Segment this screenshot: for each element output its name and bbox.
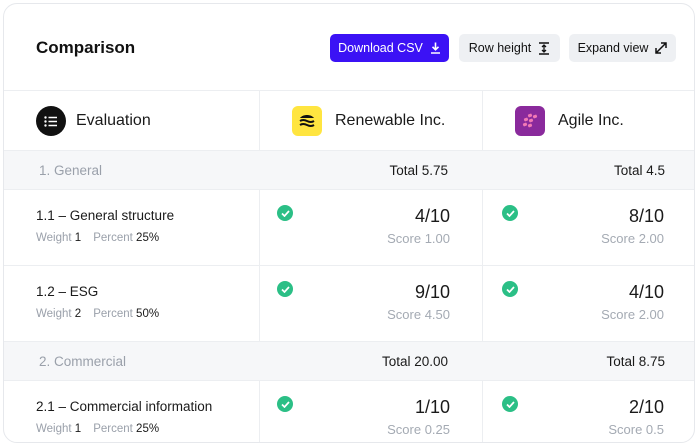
check-icon xyxy=(502,281,518,297)
score-subvalue: Score 0.5 xyxy=(608,422,664,437)
column-header-evaluation: Evaluation xyxy=(36,90,151,152)
weight-value: 1 xyxy=(74,423,82,435)
header: Comparison Download CSV Row height Expan… xyxy=(4,4,694,91)
section-total: Total 4.5 xyxy=(613,163,665,178)
row-height-label: Row height xyxy=(468,41,532,55)
percent-label: Percent xyxy=(93,423,133,435)
score-subvalue: Score 4.50 xyxy=(387,307,450,322)
table-row[interactable]: 1.2 – ESG Weight 2 Percent 50% 9/10 Score… xyxy=(4,266,694,342)
percent-value: 25% xyxy=(136,423,160,435)
page-title: Comparison xyxy=(36,38,136,57)
weight-value: 1 xyxy=(74,232,82,244)
row-height-icon xyxy=(538,41,550,55)
percent-label: Percent xyxy=(93,232,133,244)
item-title: 2.1 – Commercial information xyxy=(36,399,213,414)
item-meta: Weight 1 Percent 25% xyxy=(36,423,159,435)
section-row: 1. General Total 5.75 Total 4.5 xyxy=(4,150,694,190)
download-csv-button[interactable]: Download CSV xyxy=(330,34,449,62)
item-meta: Weight 2 Percent 50% xyxy=(36,308,159,320)
percent-value: 50% xyxy=(136,308,160,320)
weight-label: Weight xyxy=(36,423,72,435)
score-value: 2/10 xyxy=(628,397,664,417)
item-title: 1.2 – ESG xyxy=(36,284,99,299)
section-total: Total 8.75 xyxy=(606,354,665,369)
score-value: 8/10 xyxy=(628,206,664,226)
column-title: Evaluation xyxy=(76,112,151,129)
column-header-agile: Agile Inc. xyxy=(515,90,624,152)
score-value: 9/10 xyxy=(414,282,450,302)
item-title: 1.1 – General structure xyxy=(36,208,175,223)
item-meta: Weight 1 Percent 25% xyxy=(36,232,159,244)
download-icon xyxy=(430,42,441,54)
section-total: Total 5.75 xyxy=(389,163,448,178)
score-subvalue: Score 1.00 xyxy=(387,231,450,246)
weight-label: Weight xyxy=(36,232,72,244)
download-csv-label: Download CSV xyxy=(338,41,423,55)
check-icon xyxy=(277,396,293,412)
list-icon xyxy=(36,106,66,136)
section-total: Total 20.00 xyxy=(381,354,448,369)
score-value: 4/10 xyxy=(414,206,450,226)
section-row: 2. Commercial Total 20.00 Total 8.75 xyxy=(4,341,694,381)
column-title: Renewable Inc. xyxy=(335,112,446,129)
renewable-logo-icon xyxy=(292,106,322,136)
check-icon xyxy=(277,205,293,221)
section-label: 1. General xyxy=(39,163,103,178)
table-row[interactable]: 2.1 – Commercial information Weight 1 Per… xyxy=(4,381,694,442)
check-icon xyxy=(502,396,518,412)
column-header-renewable: Renewable Inc. xyxy=(292,90,445,152)
check-icon xyxy=(277,281,293,297)
table-row[interactable]: 1.1 – General structure Weight 1 Percent … xyxy=(4,190,694,266)
score-value: 4/10 xyxy=(628,282,664,302)
expand-view-label: Expand view xyxy=(577,41,649,55)
expand-icon xyxy=(655,42,668,54)
column-title: Agile Inc. xyxy=(558,112,624,129)
section-label: 2. Commercial xyxy=(39,354,127,369)
score-subvalue: Score 2.00 xyxy=(601,307,664,322)
check-icon xyxy=(502,205,518,221)
percent-label: Percent xyxy=(93,308,133,320)
percent-value: 25% xyxy=(136,232,160,244)
score-value: 1/10 xyxy=(414,397,450,417)
weight-label: Weight xyxy=(36,308,72,320)
row-height-button[interactable]: Row height xyxy=(459,34,560,62)
score-subvalue: Score 0.25 xyxy=(387,422,450,437)
weight-value: 2 xyxy=(74,308,82,320)
score-subvalue: Score 2.00 xyxy=(601,231,664,246)
expand-view-button[interactable]: Expand view xyxy=(569,34,676,62)
agile-logo-icon xyxy=(515,106,545,136)
comparison-card: Comparison Download CSV Row height Expan… xyxy=(3,3,695,443)
